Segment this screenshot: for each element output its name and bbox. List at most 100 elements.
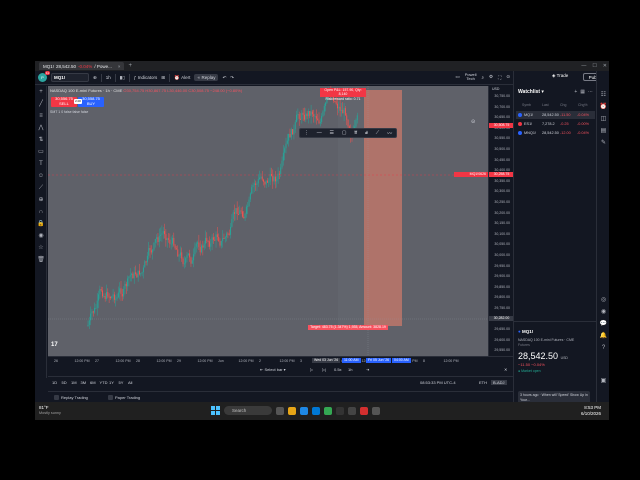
line-tool-icon[interactable]: — bbox=[317, 130, 322, 136]
favorites-icon[interactable]: ☆ bbox=[37, 244, 45, 252]
watchlist-column-header[interactable]: Last bbox=[542, 103, 549, 107]
watchlist-column-header[interactable]: Chg% bbox=[578, 103, 588, 107]
range-button-1d[interactable]: 1D bbox=[52, 380, 57, 385]
edge-icon[interactable] bbox=[300, 406, 308, 415]
symbol-search-input[interactable]: MQ1! bbox=[51, 73, 89, 82]
text-icon[interactable]: T bbox=[37, 160, 45, 168]
help-icon[interactable]: ? bbox=[600, 344, 607, 351]
search-icon[interactable]: ⌕ bbox=[481, 75, 484, 80]
alerts-icon[interactable]: ⏰ bbox=[600, 103, 607, 110]
fib-retracement-icon[interactable]: ≡ bbox=[37, 112, 45, 120]
watchlist-column-header[interactable]: Symb bbox=[522, 103, 531, 107]
trash-icon[interactable]: 🗑 bbox=[37, 256, 45, 264]
trade-button[interactable]: ◈ Trade bbox=[552, 73, 568, 79]
layout-icon[interactable]: ▭ bbox=[455, 74, 459, 80]
channel-icon[interactable]: ⧣ bbox=[365, 130, 368, 136]
order-tag[interactable]: MQ1!0626 bbox=[454, 172, 488, 177]
watchlist-row[interactable]: ES1! 7,278.2 -0.25 -0.00% bbox=[516, 120, 595, 128]
range-button-1m[interactable]: 1M bbox=[71, 380, 77, 385]
minimize-icon[interactable]: — bbox=[581, 63, 586, 69]
range-button-5y[interactable]: 5Y bbox=[119, 380, 124, 385]
store-icon[interactable] bbox=[312, 406, 320, 415]
ruler-icon[interactable]: ⟋ bbox=[37, 184, 45, 192]
hide-drawings-icon[interactable]: ◉ bbox=[37, 232, 45, 240]
watchlist-column-header[interactable]: Chg bbox=[560, 103, 566, 107]
speed-button[interactable]: 0.5x bbox=[334, 367, 342, 372]
tradingview-app-icon[interactable] bbox=[348, 406, 356, 415]
range-button-1y[interactable]: 1Y bbox=[109, 380, 114, 385]
pattern-icon[interactable]: ⋀ bbox=[37, 124, 45, 132]
paper-trading-tab[interactable]: Paper Trading bbox=[108, 395, 140, 400]
rectangle-icon[interactable]: ▢ bbox=[342, 130, 347, 136]
calendar-icon[interactable]: ▤ bbox=[600, 127, 607, 134]
templates-icon[interactable]: ⊞ bbox=[161, 75, 165, 81]
adjustment-button[interactable]: B-ADJ bbox=[491, 380, 507, 385]
close-tab-icon[interactable]: × bbox=[118, 64, 121, 69]
trend-line-icon[interactable]: ╱ bbox=[37, 100, 45, 108]
data-window-icon[interactable]: ◫ bbox=[600, 115, 607, 122]
app-icon[interactable] bbox=[336, 406, 344, 415]
magnet-icon[interactable]: ∩ bbox=[37, 208, 45, 216]
alert-button[interactable]: ⏰ Alert bbox=[174, 75, 190, 81]
zoom-in-icon[interactable]: ⊕ bbox=[37, 196, 45, 204]
streams-icon[interactable]: ◉ bbox=[600, 308, 607, 315]
close-replay-icon[interactable]: ✕ bbox=[504, 367, 507, 372]
ideas-icon[interactable]: ◎ bbox=[600, 296, 607, 303]
lock-drawings-icon[interactable]: 🔒 bbox=[37, 220, 45, 228]
close-window-icon[interactable]: ✕ bbox=[603, 63, 607, 69]
play-icon[interactable]: ▷ bbox=[310, 367, 313, 372]
layout-name-button[interactable]: Powell Tech bbox=[465, 73, 477, 81]
indicators-button[interactable]: ƒ Indicators bbox=[134, 75, 158, 80]
select-bar-button[interactable]: ⇤ Select bar ▾ bbox=[260, 367, 286, 372]
settings-app-icon[interactable] bbox=[372, 406, 380, 415]
file-explorer-icon[interactable] bbox=[288, 406, 296, 415]
detail-symbol-button[interactable]: ● MQ1! bbox=[518, 329, 596, 334]
trend-icon[interactable]: ⟋ bbox=[376, 130, 380, 136]
watchlist-row[interactable]: MNQ1! 28,542.50 -12.00 -0.04% bbox=[516, 129, 595, 137]
notes-icon[interactable]: ✎ bbox=[600, 139, 607, 146]
icons-icon[interactable]: ☺ bbox=[37, 172, 45, 180]
crosshair-icon[interactable]: + bbox=[37, 88, 45, 96]
taskbar-search-input[interactable]: Search bbox=[224, 406, 272, 415]
settings-icon[interactable]: ⚙ bbox=[489, 74, 493, 80]
indicator-legend[interactable]: SMT 1 0 false false false bbox=[50, 110, 88, 114]
chrome-icon[interactable] bbox=[324, 406, 332, 415]
watchlist-title-button[interactable]: Watchlist ▾ bbox=[518, 89, 544, 95]
redo-icon[interactable]: ↷ bbox=[230, 75, 234, 81]
session-button[interactable]: ETH bbox=[479, 380, 487, 385]
fullscreen-icon[interactable]: ⛶ bbox=[498, 75, 501, 80]
scale-link-icon[interactable]: ⊝ bbox=[471, 119, 475, 125]
replay-interval-button[interactable]: 1h bbox=[348, 367, 352, 372]
range-button-5d[interactable]: 5D bbox=[62, 380, 67, 385]
panel-toggle-icon[interactable]: ▣ bbox=[600, 377, 607, 384]
undo-icon[interactable]: ↶ bbox=[222, 75, 226, 81]
forecast-icon[interactable]: ⇅ bbox=[37, 136, 45, 144]
interval-button[interactable]: 1h bbox=[106, 75, 111, 80]
task-view-icon[interactable] bbox=[276, 406, 284, 415]
system-tray[interactable]: 8:53 PM 6/10/2026 bbox=[581, 405, 601, 416]
text-align-icon[interactable]: ☰ bbox=[329, 130, 333, 136]
watchlist-row[interactable]: MQ1! 28,542.50 -11.50 -0.04% bbox=[516, 111, 595, 119]
range-button-6m[interactable]: 6M bbox=[90, 380, 96, 385]
replay-button[interactable]: «Replay bbox=[194, 74, 219, 81]
add-symbol-icon[interactable]: ⊕ bbox=[93, 75, 97, 81]
add-symbol-icon[interactable]: + bbox=[574, 89, 577, 95]
drag-handle-icon[interactable]: ⋮ bbox=[304, 130, 309, 136]
range-button-all[interactable]: All bbox=[128, 380, 132, 385]
forward-icon[interactable]: ▷| bbox=[322, 367, 326, 372]
weather-widget[interactable]: 81°F Mostly sunny bbox=[39, 405, 61, 416]
windows-start-icon[interactable] bbox=[211, 406, 220, 415]
chat-icon[interactable]: 💬 bbox=[600, 320, 607, 327]
watchlist-icon[interactable]: ☷ bbox=[600, 91, 607, 98]
replay-trading-tab[interactable]: Replay Trading bbox=[54, 395, 88, 400]
more-icon[interactable]: ⋯ bbox=[588, 89, 593, 95]
wave-icon[interactable]: 〰 bbox=[387, 130, 392, 137]
user-avatar[interactable]: P 11 bbox=[38, 71, 50, 82]
notifications-icon[interactable]: 🔔 bbox=[600, 332, 607, 339]
camera-icon[interactable]: ⊙ bbox=[506, 74, 510, 80]
range-button-3m[interactable]: 3M bbox=[81, 380, 87, 385]
columns-icon[interactable]: ▦ bbox=[580, 89, 585, 95]
shapes-icon[interactable]: ▭ bbox=[37, 148, 45, 156]
jump-to-realtime-icon[interactable]: ⇥ bbox=[366, 367, 369, 372]
new-tab-button[interactable]: + bbox=[128, 63, 132, 69]
